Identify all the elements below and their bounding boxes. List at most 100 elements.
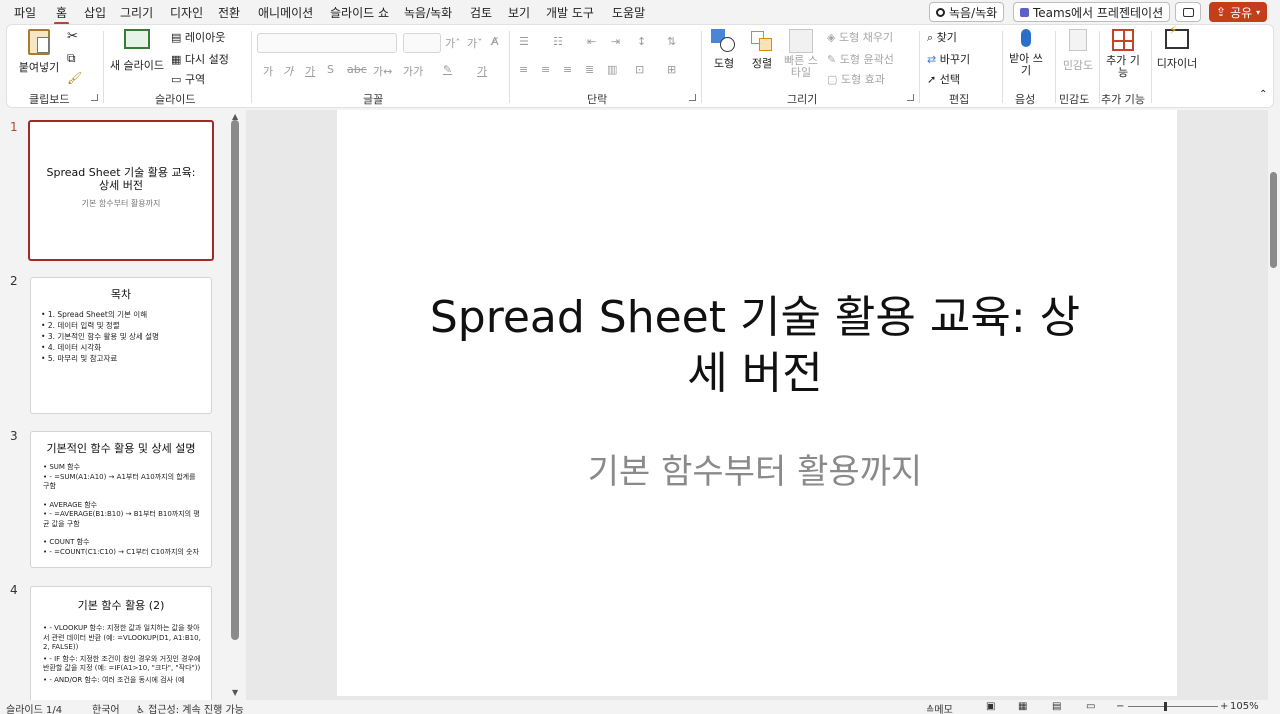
slide-thumbnail-2[interactable]: 목차 1. Spread Sheet의 기본 이해 2. 데이터 입력 및 정렬… (30, 277, 212, 414)
separator (1151, 31, 1152, 103)
zoom-out-icon[interactable]: − (1116, 701, 1124, 712)
bold-icon[interactable]: 가 (263, 63, 273, 79)
font-name-select[interactable] (257, 33, 397, 53)
addins-button[interactable]: 추가 기능 (1103, 29, 1143, 79)
increase-indent-icon[interactable]: ⇥ (611, 35, 620, 48)
slide-subtitle[interactable]: 기본 함수부터 활용까지 (400, 444, 1110, 493)
find-label: 찾기 (936, 31, 957, 44)
menu-bar: 파일 홈 삽입 그리기 디자인 전환 애니메이션 슬라이드 쇼 녹음/녹화 검토… (0, 0, 1280, 25)
reset-button[interactable]: ▦ 다시 설정 (171, 51, 229, 67)
zoom-level[interactable]: 105% (1230, 701, 1259, 712)
columns-icon[interactable]: ▥ (607, 63, 617, 76)
slide-thumbnail-3[interactable]: 기본적인 함수 활용 및 상세 설명 • SUM 함수 • - =SUM(A1:… (30, 431, 212, 568)
drawing-launcher-icon[interactable] (907, 94, 914, 101)
font-shrink-icon[interactable]: 가ˇ (467, 35, 483, 51)
align-center-icon[interactable]: ≡ (541, 63, 550, 76)
notes-button[interactable]: ≙메모 (926, 701, 953, 714)
slide-thumbnail-pane: 1 Spread Sheet 기술 활용 교육: 상세 버전 기본 함수부터 활… (0, 110, 244, 700)
change-case-icon[interactable]: 가가 (403, 63, 423, 79)
comments-button[interactable] (1175, 2, 1201, 22)
text-direction-icon[interactable]: ⇅ (667, 35, 676, 48)
paste-button[interactable]: 붙여넣기 (17, 29, 61, 75)
copy-icon[interactable]: ⧉ (67, 51, 76, 66)
italic-icon[interactable]: 가 (283, 63, 293, 79)
font-color-icon[interactable]: 가 (477, 63, 487, 79)
normal-view-icon[interactable]: ▣ (986, 701, 995, 712)
format-painter-icon[interactable]: 🖌 (67, 71, 82, 85)
align-right-icon[interactable]: ≡ (563, 63, 572, 76)
slide-title[interactable]: Spread Sheet 기술 활용 교육: 상 세 버전 (400, 290, 1110, 402)
menu-file[interactable]: 파일 (14, 4, 36, 21)
dictate-button[interactable]: 받아 쓰기 (1009, 29, 1043, 77)
drawing-group-label: 그리기 (787, 93, 818, 106)
clear-format-icon[interactable]: A̸ (491, 35, 499, 48)
slide-canvas[interactable] (337, 110, 1177, 696)
slide-thumbnail-1[interactable]: Spread Sheet 기술 활용 교육: 상세 버전 기본 함수부터 활용까… (28, 120, 214, 261)
strikethrough-icon[interactable]: abc (347, 63, 367, 76)
decrease-indent-icon[interactable]: ⇤ (587, 35, 596, 48)
record-button[interactable]: 녹음/녹화 (929, 2, 1005, 22)
find-button[interactable]: ⌕ 찾기 (927, 29, 957, 45)
quick-styles-button[interactable]: 빠른 스타일 (783, 29, 819, 79)
underline-icon[interactable]: 가 (305, 63, 315, 79)
designer-button[interactable]: ⚡ 디자이너 (1155, 23, 1199, 71)
bullets-icon[interactable]: ☰ (519, 35, 529, 48)
language-indicator[interactable]: 한국어 (92, 701, 120, 714)
zoom-in-icon[interactable]: + (1220, 701, 1228, 712)
numbering-icon[interactable]: ☷ (553, 35, 563, 48)
align-text-icon[interactable]: ⊡ (635, 63, 644, 76)
sensitivity-button[interactable]: 민감도 (1059, 29, 1097, 73)
highlight-icon[interactable]: ✎ (443, 63, 452, 76)
line-spacing-icon[interactable]: ↕ (637, 35, 646, 48)
menu-view[interactable]: 보기 (508, 4, 530, 21)
menu-home[interactable]: 홈 (53, 4, 70, 25)
slide-thumbnail-4[interactable]: 기본 함수 활용 (2) • - VLOOKUP 함수: 지정한 값과 일치하는… (30, 586, 212, 700)
layout-button[interactable]: ▤ 레이아웃 (171, 29, 225, 45)
shadow-icon[interactable]: S (327, 63, 334, 76)
new-slide-button[interactable]: 새 슬라이드 (107, 29, 167, 73)
menu-animations[interactable]: 애니메이션 (258, 4, 313, 21)
shape-outline-button[interactable]: ✎ 도형 윤곽선 (827, 51, 894, 67)
cut-icon[interactable]: ✂ (67, 29, 78, 44)
menu-insert[interactable]: 삽입 (84, 4, 106, 21)
arrange-button[interactable]: 정렬 (745, 29, 779, 71)
align-left-icon[interactable]: ≡ (519, 63, 528, 76)
paragraph-launcher-icon[interactable] (689, 94, 696, 101)
clipboard-launcher-icon[interactable] (91, 94, 98, 101)
list-item: • - =SUM(A1:A10) → A1부터 A10까지의 합계를 구함 (43, 472, 196, 491)
menu-draw[interactable]: 그리기 (120, 4, 153, 21)
menu-help[interactable]: 도움말 (612, 4, 645, 21)
menu-transitions[interactable]: 전환 (218, 4, 240, 21)
section-button[interactable]: ▭ 구역 (171, 71, 205, 87)
menu-developer[interactable]: 개발 도구 (546, 4, 594, 21)
menu-record[interactable]: 녹음/녹화 (404, 4, 452, 21)
justify-icon[interactable]: ≣ (585, 63, 594, 76)
shapes-button[interactable]: 도형 (707, 29, 741, 71)
accessibility-status[interactable]: ♿ 접근성: 계속 진행 가능 (136, 701, 244, 714)
share-button[interactable]: ⇪ 공유 ▾ (1209, 2, 1268, 22)
scroll-down-icon[interactable]: ▼ (232, 688, 238, 697)
slides-group-label: 슬라이드 (155, 93, 196, 106)
menu-slideshow[interactable]: 슬라이드 쇼 (330, 4, 389, 21)
reading-view-icon[interactable]: ▤ (1052, 701, 1061, 712)
menu-design[interactable]: 디자인 (170, 4, 203, 21)
slideshow-icon[interactable]: ▭ (1086, 701, 1095, 712)
editor-scrollbar[interactable] (1270, 172, 1277, 268)
collapse-ribbon-icon[interactable]: ⌃ (1259, 89, 1267, 100)
slide-sorter-icon[interactable]: ▦ (1018, 701, 1027, 712)
shape-effects-button[interactable]: ▢ 도형 효과 (827, 71, 885, 87)
smartart-icon[interactable]: ⊞ (667, 63, 676, 76)
menu-review[interactable]: 검토 (470, 4, 492, 21)
char-spacing-icon[interactable]: 가↔ (373, 63, 392, 79)
new-slide-icon (124, 29, 150, 49)
zoom-slider-thumb[interactable] (1164, 702, 1167, 711)
font-grow-icon[interactable]: 가ˆ (445, 35, 461, 51)
select-button[interactable]: ➚ 선택 (927, 71, 960, 87)
separator (251, 31, 252, 103)
zoom-slider[interactable] (1128, 706, 1218, 707)
replace-button[interactable]: ⇄ 바꾸기 (927, 51, 970, 67)
shape-fill-button[interactable]: ◈ 도형 채우기 (827, 29, 893, 45)
thumbnail-scrollbar[interactable] (231, 120, 239, 640)
teams-present-button[interactable]: Teams에서 프레젠테이션 (1013, 2, 1171, 22)
font-size-select[interactable] (403, 33, 441, 53)
